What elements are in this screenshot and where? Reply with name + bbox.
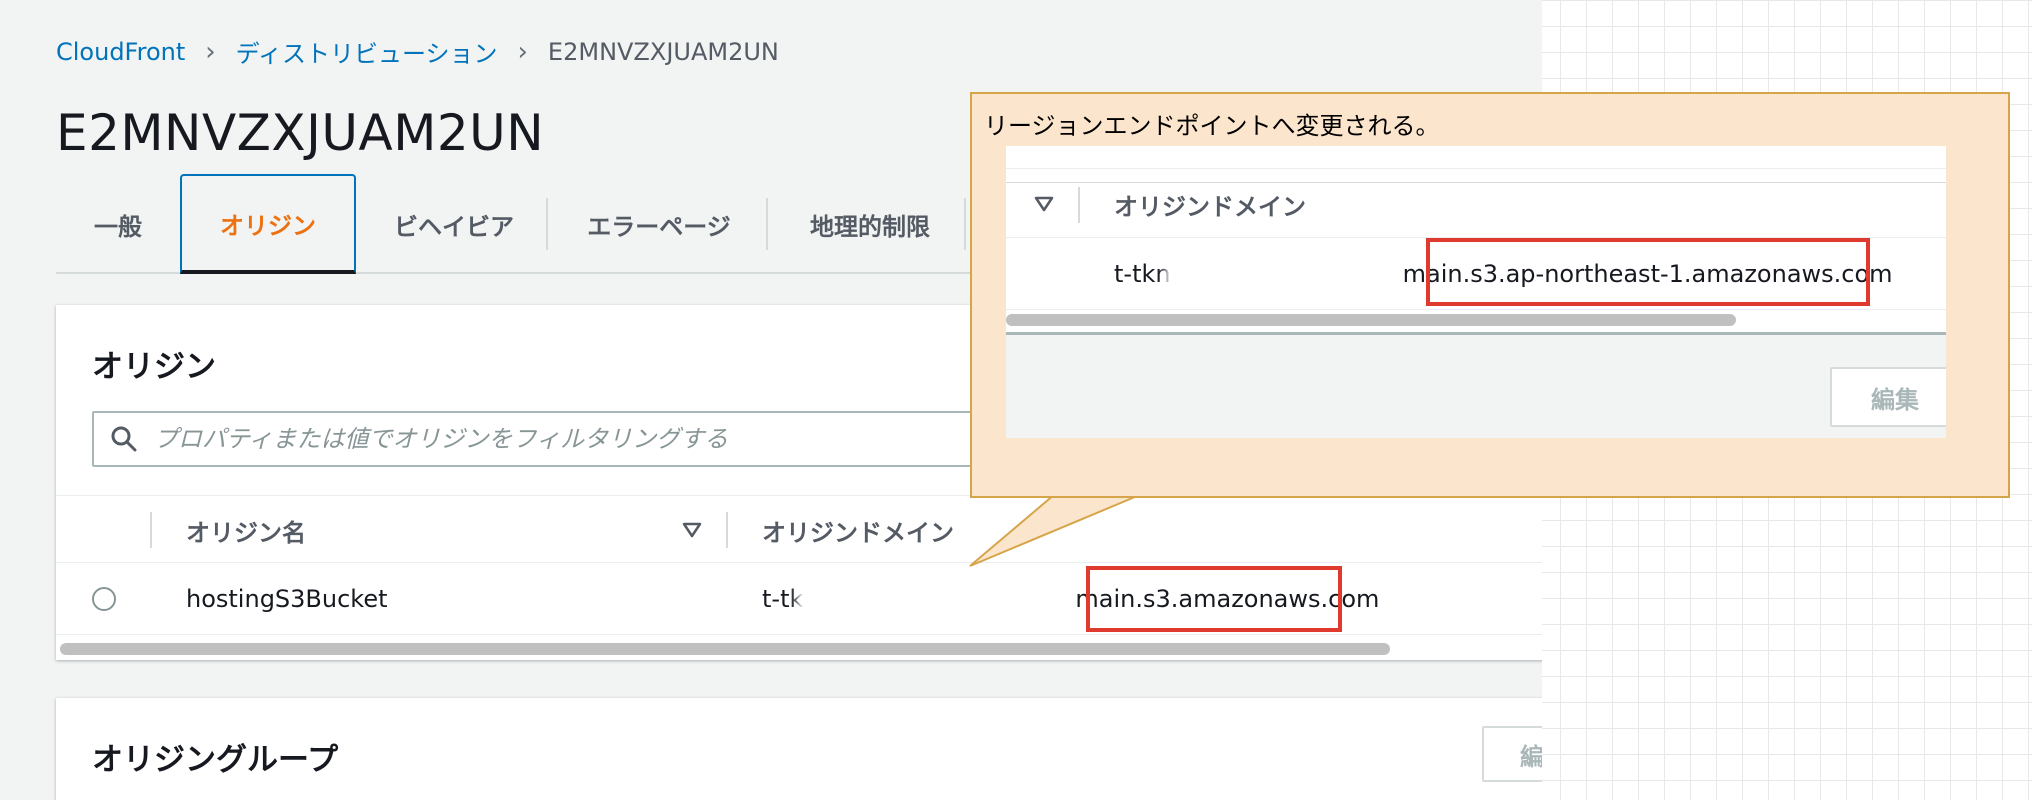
column-header-origin-name[interactable]: オリジン名 bbox=[186, 496, 306, 564]
inset-domain-lead: m bbox=[1402, 260, 1426, 288]
origin-name-cell: hostingS3Bucket bbox=[186, 585, 388, 613]
tab-origins[interactable]: オリジン bbox=[180, 174, 356, 274]
callout-text: リージョンエンドポイントへ変更される。 bbox=[984, 112, 1440, 140]
origin-groups-panel: オリジングループ 編 bbox=[56, 698, 1542, 800]
sort-down-icon[interactable] bbox=[682, 496, 702, 564]
breadcrumb-current: E2MNVZXJUAM2UN bbox=[547, 37, 779, 66]
row-radio-button[interactable] bbox=[92, 587, 116, 611]
column-divider bbox=[1078, 187, 1080, 223]
origins-table-header: オリジン名 オリジンドメイン bbox=[56, 495, 1542, 563]
page-title: E2MNVZXJUAM2UN bbox=[56, 104, 545, 162]
breadcrumb-cloudfront-link[interactable]: CloudFront bbox=[56, 38, 185, 66]
chevron-right-icon: › bbox=[517, 36, 528, 67]
chevron-right-icon: › bbox=[205, 36, 216, 67]
inset-column-header-origin-domain: オリジンドメイン bbox=[1114, 192, 1306, 221]
column-header-origin-domain[interactable]: オリジンドメイン bbox=[762, 496, 954, 564]
redacted-text bbox=[1170, 260, 1403, 288]
tab-general[interactable]: 一般 bbox=[56, 174, 180, 274]
tab-divider bbox=[964, 198, 966, 250]
column-divider bbox=[150, 512, 152, 548]
column-divider bbox=[726, 512, 728, 548]
horizontal-scrollbar[interactable] bbox=[60, 643, 1390, 655]
inset-edit-button: 編集 bbox=[1830, 367, 1946, 427]
search-input[interactable] bbox=[154, 425, 1054, 453]
sort-down-icon bbox=[1034, 169, 1054, 239]
origins-filter[interactable] bbox=[92, 411, 1092, 467]
breadcrumb: CloudFront › ディストリビューション › E2MNVZXJUAM2U… bbox=[56, 34, 779, 69]
tab-error-pages[interactable]: エラーページ bbox=[550, 174, 768, 274]
inset-domain-prefix: t-tkn bbox=[1114, 260, 1171, 288]
edit-button[interactable]: 編 bbox=[1482, 726, 1542, 782]
origin-domain-prefix: t-tk bbox=[762, 585, 804, 613]
inset-table-header: オリジンドメイン bbox=[1006, 168, 1946, 238]
highlight-box bbox=[1426, 238, 1870, 306]
highlight-box bbox=[1086, 566, 1342, 632]
redacted-text bbox=[803, 585, 1076, 613]
search-icon bbox=[94, 413, 154, 465]
origin-groups-title: オリジングループ bbox=[92, 742, 339, 778]
tab-behaviors[interactable]: ビヘイビア bbox=[356, 174, 552, 274]
breadcrumb-distributions-link[interactable]: ディストリビューション bbox=[236, 34, 498, 69]
tab-geo-restrictions[interactable]: 地理的制限 bbox=[768, 174, 972, 274]
horizontal-scrollbar bbox=[1006, 314, 1736, 326]
origins-title: オリジン bbox=[92, 349, 216, 385]
inset-footer: 編集 bbox=[1006, 332, 1946, 438]
tab-divider bbox=[546, 198, 548, 250]
